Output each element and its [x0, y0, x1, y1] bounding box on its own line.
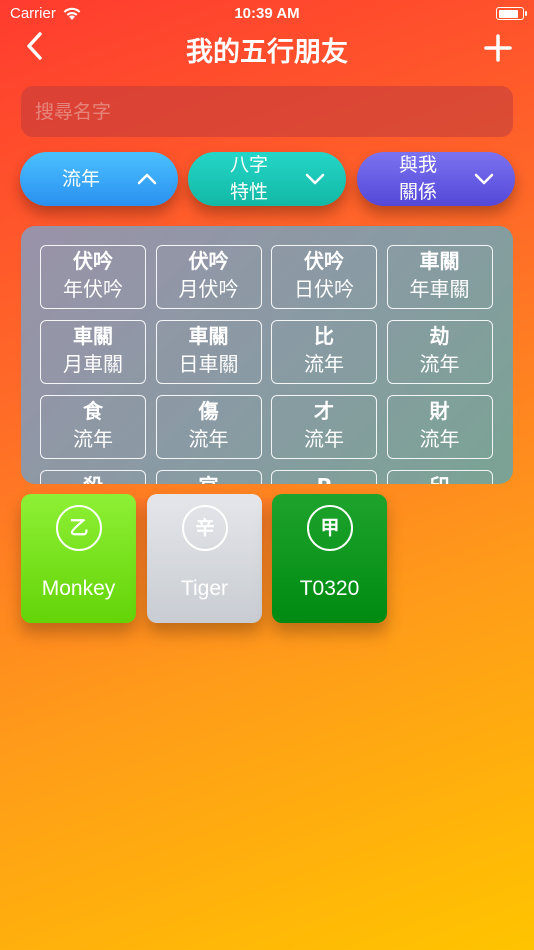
option-cheguan-month[interactable]: 車關 月車關 — [40, 320, 146, 384]
option-subtitle: 流年 — [419, 427, 460, 451]
option-p[interactable]: P — [271, 470, 377, 484]
option-sha[interactable]: 殺 — [40, 470, 146, 484]
option-subtitle: 日伏吟 — [294, 277, 354, 301]
element-badge: 辛 — [182, 505, 228, 551]
element-badge: 甲 — [307, 505, 353, 551]
option-cai[interactable]: 才流年 — [271, 395, 377, 459]
friend-card[interactable]: 辛 Tiger — [147, 494, 262, 623]
filter-year-label: 流年 — [61, 168, 100, 190]
battery-level — [498, 9, 518, 18]
option-cheguan-day[interactable]: 車關 日車關 — [155, 320, 262, 384]
option-subtitle: 流年 — [188, 427, 229, 451]
filter-bazi-button[interactable]: 八字 特性 — [188, 152, 346, 206]
filter-options-panel[interactable]: 伏吟 年伏吟 伏吟 月伏吟 伏吟 日伏吟 車關 年車關 車關 月車關 車關 日車關 比流年 … — [21, 226, 513, 484]
option-yin[interactable]: 印 — [386, 470, 493, 484]
filter-bazi-label: 八字 特性 — [229, 154, 268, 203]
friend-name: Tiger — [180, 577, 229, 600]
chevron-down-icon — [474, 173, 494, 185]
option-title: 車關 — [73, 324, 113, 348]
filter-relation-label: 與我 關係 — [398, 154, 437, 203]
option-subtitle: 日車關 — [178, 352, 239, 376]
element-badge: 乙 — [56, 505, 102, 551]
friend-name: T0320 — [299, 577, 360, 600]
filter-options-grid: 伏吟 年伏吟 伏吟 月伏吟 伏吟 日伏吟 車關 年車關 車關 月車關 車關 日車關 比流年 … — [40, 245, 493, 484]
option-subtitle: 年車關 — [409, 277, 470, 301]
option-subtitle: 流年 — [304, 352, 344, 376]
status-time: 10:39 AM — [234, 5, 300, 22]
option-shi[interactable]: 食流年 — [40, 395, 146, 459]
option-title: 車關 — [419, 249, 460, 273]
battery-icon — [496, 7, 527, 20]
friend-card[interactable]: 乙 Monkey — [21, 494, 136, 623]
option-fuyin-day[interactable]: 伏吟 日伏吟 — [271, 245, 377, 309]
filter-relation-button[interactable]: 與我 關係 — [357, 152, 515, 206]
option-title: 才 — [314, 399, 334, 423]
filter-year-button[interactable]: 流年 — [20, 152, 178, 206]
chevron-up-icon — [137, 173, 157, 185]
option-title: 官 — [157, 473, 261, 484]
option-title: 車關 — [188, 324, 229, 348]
option-subtitle: 月伏吟 — [178, 277, 239, 301]
page-title: 我的五行朋友 — [186, 37, 348, 68]
option-title: 劫 — [429, 324, 450, 348]
option-jie[interactable]: 劫流年 — [386, 320, 493, 384]
add-friend-button[interactable] — [482, 32, 514, 64]
option-subtitle: 流年 — [73, 427, 113, 451]
plus-icon — [484, 34, 512, 62]
search-input[interactable] — [21, 86, 513, 137]
option-guan[interactable]: 官 — [155, 470, 262, 484]
back-button[interactable] — [22, 28, 52, 68]
option-title: 傷 — [198, 399, 219, 423]
option-title: 比 — [314, 324, 334, 348]
friend-name: Monkey — [41, 577, 116, 600]
chevron-left-icon — [27, 32, 42, 60]
option-title: 財 — [429, 399, 450, 423]
option-title: 伏吟 — [73, 249, 113, 273]
option-title: 伏吟 — [304, 249, 344, 273]
option-title: P — [272, 473, 376, 484]
option-title: 殺 — [41, 473, 145, 484]
option-bi[interactable]: 比流年 — [271, 320, 377, 384]
option-fuyin-month[interactable]: 伏吟 月伏吟 — [155, 245, 262, 309]
nav-bar: 我的五行朋友 — [0, 28, 534, 68]
friend-card[interactable]: 甲 T0320 — [272, 494, 387, 623]
option-cai-wealth[interactable]: 財流年 — [386, 395, 493, 459]
chevron-down-icon — [305, 173, 325, 185]
option-subtitle: 月車關 — [63, 352, 123, 376]
option-shang[interactable]: 傷流年 — [155, 395, 262, 459]
option-title: 印 — [388, 473, 492, 484]
option-subtitle: 年伏吟 — [63, 277, 123, 301]
option-title: 伏吟 — [188, 249, 229, 273]
option-title: 食 — [83, 399, 103, 423]
status-bar: Carrier 10:39 AM — [0, 0, 534, 28]
option-subtitle: 流年 — [304, 427, 344, 451]
option-cheguan-year[interactable]: 車關 年車關 — [386, 245, 493, 309]
option-fuyin-year[interactable]: 伏吟 年伏吟 — [40, 245, 146, 309]
option-subtitle: 流年 — [419, 352, 460, 376]
